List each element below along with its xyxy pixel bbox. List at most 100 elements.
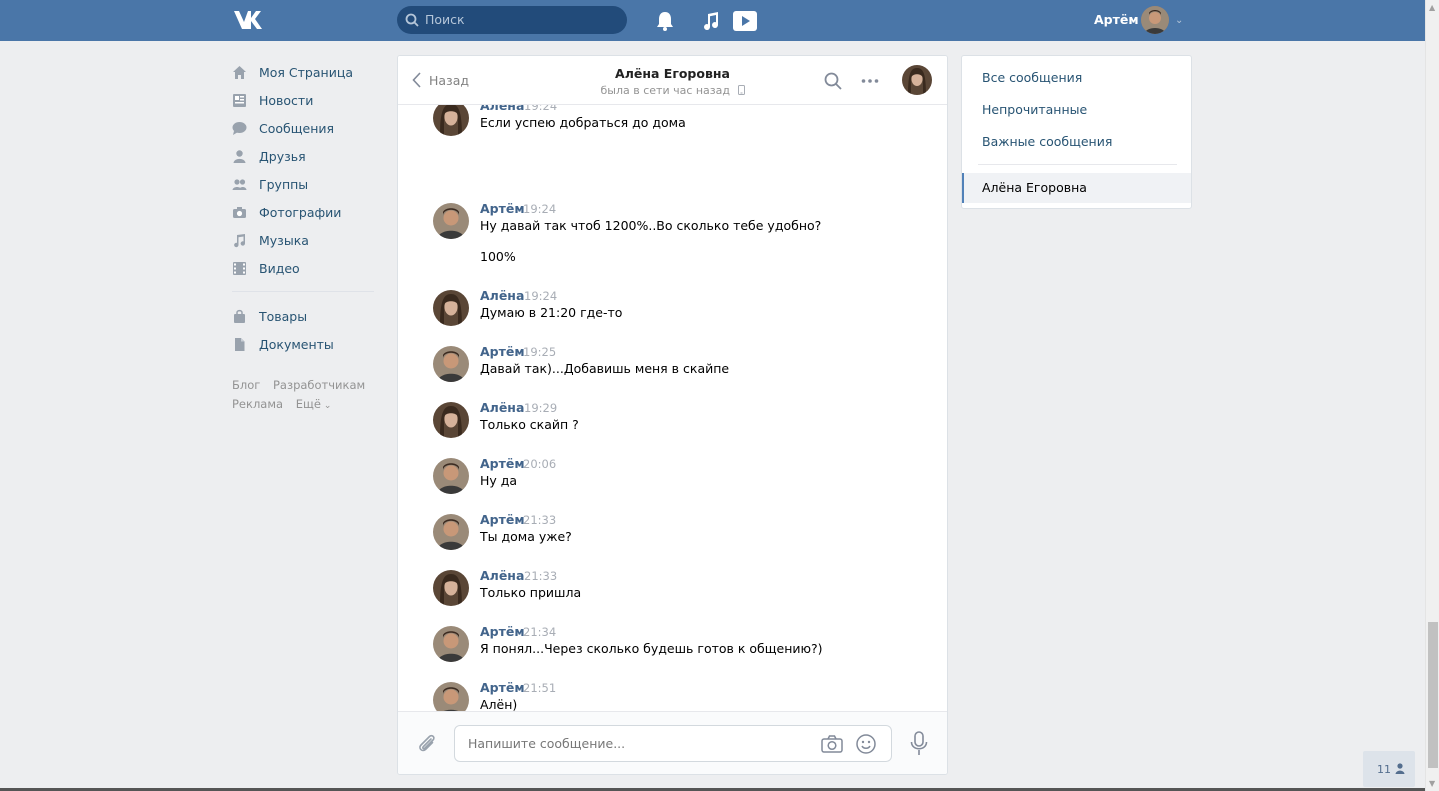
user-avatar[interactable] <box>1141 6 1169 34</box>
footer-ads-link[interactable]: Реклама <box>232 397 283 411</box>
footer-blog-link[interactable]: Блог <box>232 378 260 392</box>
scrollbar-thumb[interactable] <box>1428 622 1438 768</box>
nav-label: Друзья <box>259 148 306 164</box>
microphone-icon[interactable] <box>909 731 929 757</box>
message-time[interactable]: 19:24 <box>523 202 556 216</box>
filter-divider <box>978 164 1177 165</box>
message-time[interactable]: 21:33 <box>523 513 556 527</box>
message-time[interactable]: 19:29 <box>524 401 557 415</box>
nav-news[interactable]: Новости <box>232 86 377 114</box>
music-note-icon[interactable] <box>700 10 722 32</box>
footer-links: Блог Разработчикам Реклама Ещё ⌄ <box>232 376 377 416</box>
groups-icon <box>232 178 247 190</box>
message-author[interactable]: Артём <box>480 344 525 359</box>
avatar[interactable] <box>433 514 469 550</box>
nav-documents[interactable]: Документы <box>232 330 377 358</box>
message-text: Если успею добраться до дома <box>480 115 686 130</box>
message-author[interactable]: Алёна <box>480 400 524 415</box>
search-box[interactable]: Поиск <box>397 6 627 34</box>
chat-panel: Назад Алёна Егоровна была в сети час наз… <box>397 55 948 775</box>
avatar[interactable] <box>433 458 469 494</box>
search-placeholder: Поиск <box>425 12 465 27</box>
more-icon[interactable] <box>860 71 880 91</box>
avatar[interactable] <box>433 105 469 136</box>
nav-messages[interactable]: Сообщения <box>232 114 377 142</box>
active-conversation[interactable]: Алёна Егоровна <box>962 173 1191 203</box>
document-icon <box>235 337 245 351</box>
filter-unread[interactable]: Непрочитанные <box>982 102 1087 117</box>
message-time[interactable]: 19:25 <box>523 345 556 359</box>
message-text: Думаю в 21:20 где-то <box>480 305 623 320</box>
nav-groups[interactable]: Группы <box>232 170 377 198</box>
scroll-up-arrow-icon[interactable]: ▲ <box>1429 3 1435 12</box>
active-conversation-label: Алёна Егоровна <box>982 180 1087 195</box>
nav-video[interactable]: Видео <box>232 254 377 282</box>
message-author[interactable]: Артём <box>480 680 525 695</box>
avatar[interactable] <box>433 203 469 239</box>
conversations-filter-panel: Все сообщения Непрочитанные Важные сообщ… <box>961 55 1192 209</box>
nav-divider <box>232 291 374 292</box>
message-text: Я понял...Через сколько будешь готов к о… <box>480 641 823 656</box>
video-icon <box>233 261 246 275</box>
user-name[interactable]: Артём <box>1094 12 1139 27</box>
message-author[interactable]: Артём <box>480 456 525 471</box>
message-list: Алёна 19:24 Если успею добраться до дома… <box>398 105 947 712</box>
paperclip-icon[interactable] <box>416 733 438 755</box>
footer-more-label: Ещё <box>295 397 321 411</box>
vk-logo[interactable] <box>232 9 266 31</box>
chevron-down-icon[interactable]: ⌄ <box>1175 15 1183 26</box>
filter-all-messages[interactable]: Все сообщения <box>982 70 1082 85</box>
message-time[interactable]: 19:24 <box>524 289 557 303</box>
avatar[interactable] <box>433 682 469 712</box>
avatar[interactable] <box>433 346 469 382</box>
scroll-down-arrow-icon[interactable]: ▼ <box>1429 779 1435 788</box>
nav-friends[interactable]: Друзья <box>232 142 377 170</box>
avatar[interactable] <box>433 570 469 606</box>
message-time[interactable]: 19:24 <box>524 105 557 113</box>
nav-photos[interactable]: Фотографии <box>232 198 377 226</box>
search-icon <box>405 13 419 27</box>
play-icon[interactable] <box>732 10 758 32</box>
message-text: Ну давай так чтоб 1200%..Во сколько тебе… <box>480 218 822 233</box>
nav-my-page[interactable]: Моя Страница <box>232 58 377 86</box>
message-author[interactable]: Артём <box>480 512 525 527</box>
online-friends-button[interactable]: 11 <box>1363 751 1415 787</box>
filter-important[interactable]: Важные сообщения <box>982 134 1112 149</box>
bell-icon[interactable] <box>654 10 676 32</box>
message-author[interactable]: Алёна <box>480 568 524 583</box>
message-time[interactable]: 21:33 <box>524 569 557 583</box>
message-input[interactable]: Напишите сообщение... <box>454 725 892 762</box>
nav-label: Документы <box>259 336 334 352</box>
message-text: Давай так)...Добавишь меня в скайпе <box>480 361 730 376</box>
compose-bar: Напишите сообщение... <box>398 711 947 774</box>
message-author[interactable]: Алёна <box>480 288 524 303</box>
message-author[interactable]: Артём <box>480 201 525 216</box>
nav-label: Новости <box>259 92 314 108</box>
news-icon <box>233 93 246 107</box>
nav-label: Группы <box>259 176 309 192</box>
search-icon[interactable] <box>823 71 843 91</box>
contact-avatar[interactable] <box>902 65 932 95</box>
messages-icon <box>232 121 247 135</box>
nav-goods[interactable]: Товары <box>232 302 377 330</box>
avatar[interactable] <box>433 626 469 662</box>
message-author[interactable]: Артём <box>480 624 525 639</box>
message-time[interactable]: 21:34 <box>523 625 556 639</box>
message-text: Ну да <box>480 473 518 488</box>
nav-label: Фотографии <box>259 204 342 220</box>
message-author[interactable]: Алёна <box>480 105 524 113</box>
avatar[interactable] <box>433 290 469 326</box>
nav-music[interactable]: Музыка <box>232 226 377 254</box>
smile-icon[interactable] <box>855 733 877 755</box>
footer-more-link[interactable]: Ещё ⌄ <box>296 397 341 411</box>
bag-icon <box>234 309 245 323</box>
left-nav: Моя Страница Новости Сообщения Друзья Гр… <box>232 58 377 416</box>
camera-icon[interactable] <box>821 734 843 754</box>
avatar[interactable] <box>433 402 469 438</box>
message-time[interactable]: 20:06 <box>523 457 556 471</box>
online-count: 11 <box>1377 763 1391 776</box>
message-time[interactable]: 21:51 <box>523 681 556 695</box>
footer-developers-link[interactable]: Разработчикам <box>273 378 365 392</box>
page-scrollbar[interactable]: ▲ ▼ <box>1425 0 1439 791</box>
message-text: Только пришла <box>480 585 582 600</box>
